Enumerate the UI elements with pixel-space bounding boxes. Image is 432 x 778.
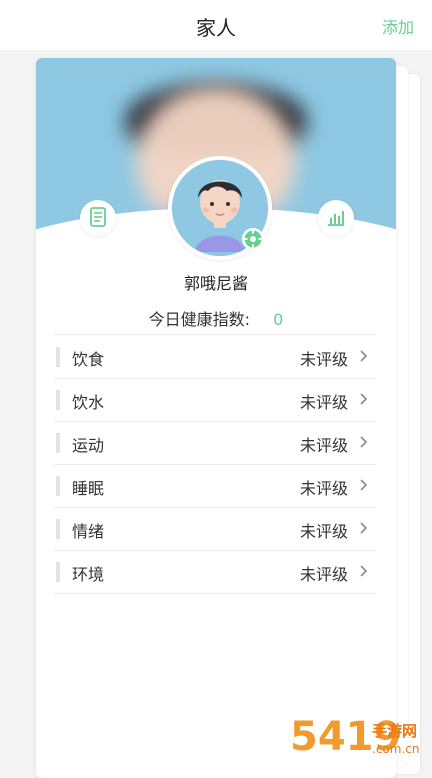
list-item-label: 睡眠 <box>72 479 105 498</box>
list-item-label: 饮水 <box>72 393 105 412</box>
family-card-stack: 郭哦尼酱 今日健康指数: 0 饮食 未评级 饮水 未评级 运动 未评级 睡眠 未… <box>36 58 420 778</box>
watermark-title: 手游网 <box>372 722 418 740</box>
chevron-right-icon <box>360 350 368 362</box>
chevron-right-icon <box>360 479 368 491</box>
health-index-score: 0 <box>273 310 284 329</box>
health-index-label: 今日健康指数: <box>148 310 251 329</box>
list-item-exercise[interactable]: 运动 未评级 <box>54 422 376 465</box>
row-marker <box>56 519 60 539</box>
list-item-value: 未评级 <box>299 436 348 455</box>
page-title: 家人 <box>196 16 236 40</box>
list-item-environment[interactable]: 环境 未评级 <box>54 551 376 594</box>
chevron-right-icon <box>360 436 368 448</box>
list-item-mood[interactable]: 情绪 未评级 <box>54 508 376 551</box>
health-index: 今日健康指数: 0 <box>36 306 396 330</box>
list-item-diet[interactable]: 饮食 未评级 <box>54 336 376 379</box>
row-marker <box>56 433 60 453</box>
header-bar: 家人 添加 <box>0 0 432 50</box>
row-marker <box>56 390 60 410</box>
chart-icon[interactable] <box>318 200 354 236</box>
list-item-label: 情绪 <box>72 522 105 541</box>
add-button[interactable]: 添加 <box>382 14 414 38</box>
list-item-sleep[interactable]: 睡眠 未评级 <box>54 465 376 508</box>
document-icon[interactable] <box>80 200 116 236</box>
list-item-label: 饮食 <box>72 350 105 369</box>
chevron-right-icon <box>360 565 368 577</box>
member-name: 郭哦尼酱 <box>183 274 248 293</box>
watermark-domain: .com.cn <box>372 742 420 756</box>
list-item-value: 未评级 <box>299 479 348 498</box>
chevron-right-icon <box>360 522 368 534</box>
list-item-value: 未评级 <box>299 565 348 584</box>
list-item-label: 环境 <box>72 565 105 584</box>
settings-badge-icon[interactable] <box>242 228 264 250</box>
list-item-value: 未评级 <box>299 393 348 412</box>
list-item-label: 运动 <box>72 436 105 455</box>
row-marker <box>56 476 60 496</box>
list-item-value: 未评级 <box>299 350 348 369</box>
family-member-card[interactable]: 郭哦尼酱 今日健康指数: 0 饮食 未评级 饮水 未评级 运动 未评级 睡眠 未… <box>36 58 396 778</box>
health-category-list: 饮食 未评级 饮水 未评级 运动 未评级 睡眠 未评级 情绪 未评级 环境 未评… <box>54 336 376 594</box>
divider <box>54 334 376 335</box>
chevron-right-icon <box>360 393 368 405</box>
site-watermark: 5419 手游网 .com.cn <box>290 708 430 766</box>
row-marker <box>56 562 60 582</box>
row-marker <box>56 347 60 367</box>
list-item-value: 未评级 <box>299 522 348 541</box>
list-item-water[interactable]: 饮水 未评级 <box>54 379 376 422</box>
